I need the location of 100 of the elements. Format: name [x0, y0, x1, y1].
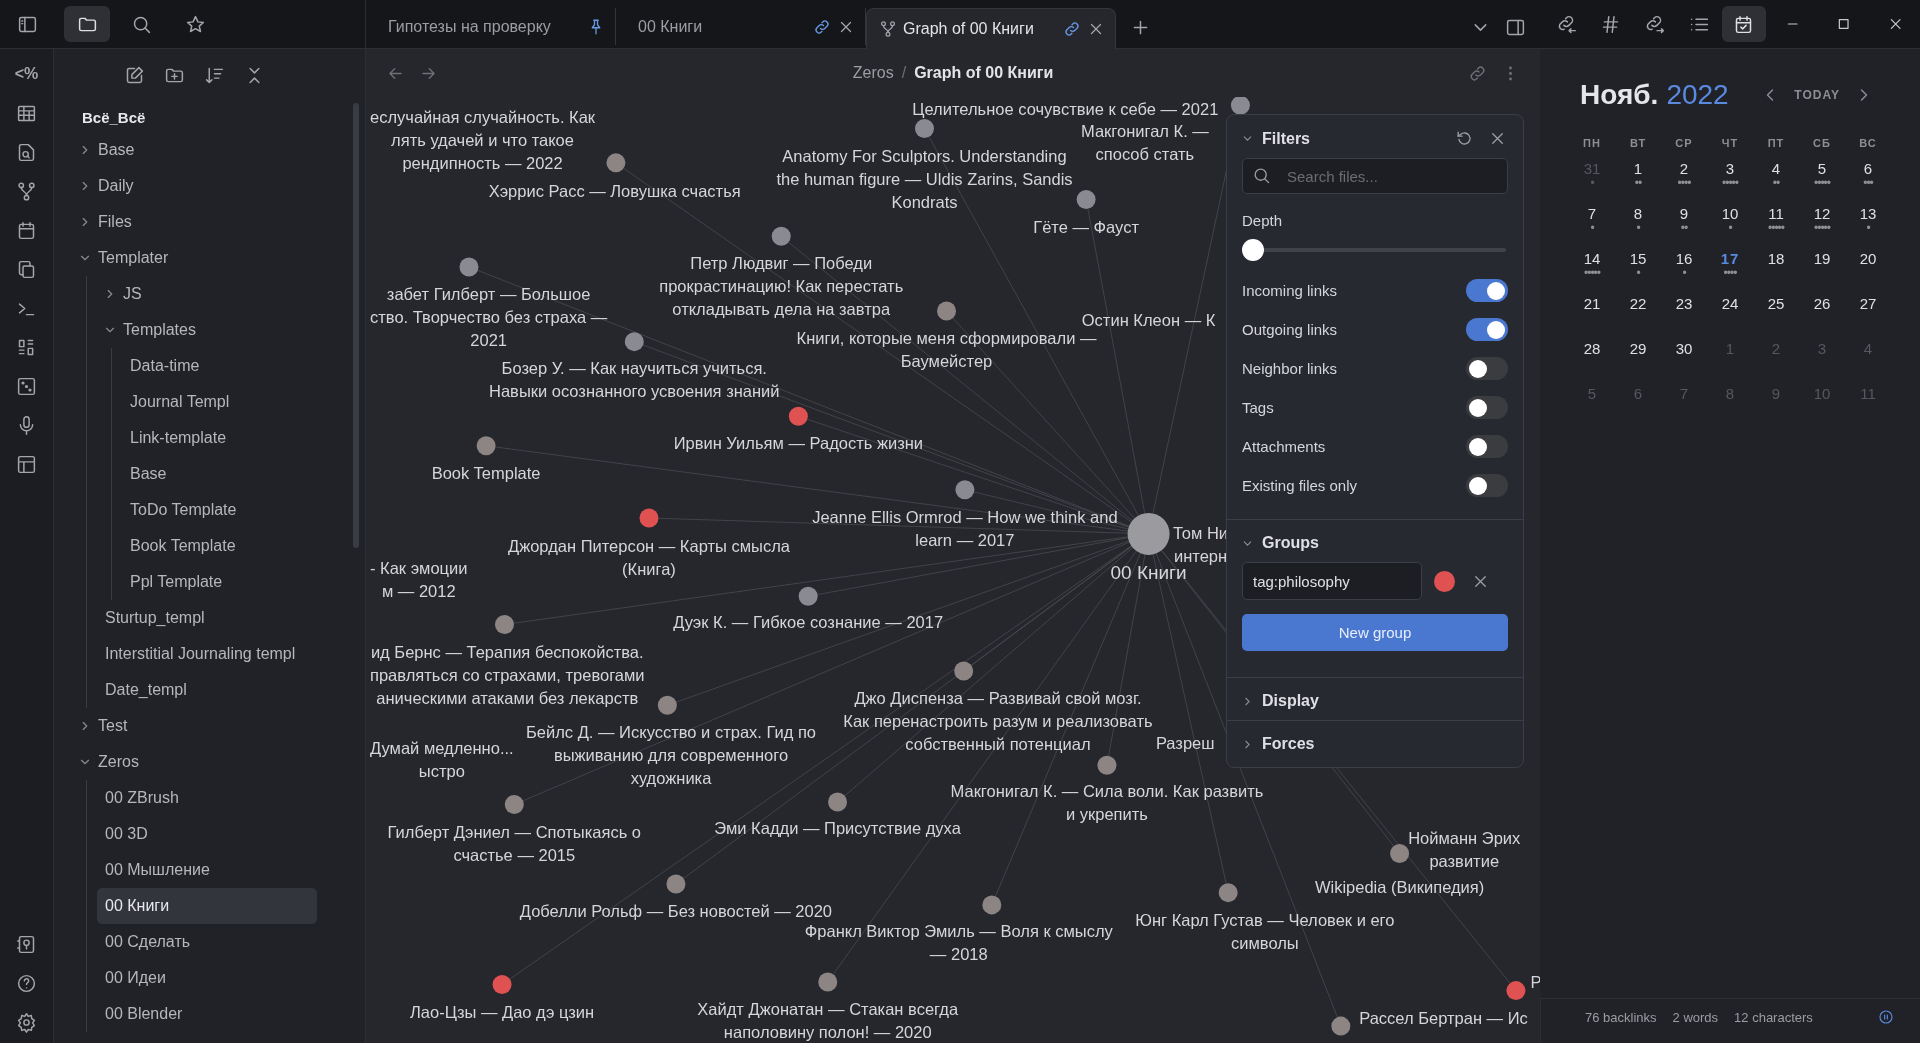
new-note-icon[interactable]	[124, 64, 145, 86]
graph-node[interactable]	[639, 508, 659, 528]
slider-thumb[interactable]	[1242, 239, 1264, 261]
file-item[interactable]: Ppl Template	[122, 564, 342, 600]
calendar-day[interactable]: 23	[1675, 294, 1693, 314]
calendar-day[interactable]: 12	[1813, 204, 1831, 224]
file-item[interactable]: 00 Сделать	[97, 924, 317, 960]
calendar-day[interactable]: 22	[1629, 294, 1647, 314]
calendar-day[interactable]: 11	[1768, 204, 1784, 224]
toggle-switch[interactable]	[1466, 435, 1508, 458]
help-icon[interactable]	[16, 973, 37, 994]
graph-node[interactable]	[915, 119, 934, 139]
file-item[interactable]: Link-template	[122, 420, 342, 456]
toggle-switch[interactable]	[1466, 474, 1508, 497]
graph-node[interactable]	[818, 972, 838, 992]
section-title[interactable]: Display	[1262, 692, 1319, 710]
panel-tab[interactable]	[1721, 6, 1766, 42]
calendar-day[interactable]: 17	[1720, 249, 1740, 269]
graph-node[interactable]	[828, 792, 848, 812]
templater-icon[interactable]: <%	[14, 63, 39, 85]
document-search-icon[interactable]	[16, 142, 37, 163]
calendar-day[interactable]: 25	[1767, 294, 1785, 314]
graph-node[interactable]	[1097, 755, 1117, 775]
dice-icon[interactable]	[16, 376, 37, 397]
folder-item[interactable]: Files	[72, 204, 272, 240]
graph-node[interactable]	[1076, 190, 1096, 210]
graph-node[interactable]	[798, 586, 818, 606]
folder-item[interactable]: JS	[97, 276, 297, 312]
graph-node[interactable]	[666, 874, 686, 894]
calendar-icon[interactable]	[16, 220, 37, 241]
calendar-day[interactable]: 1	[1633, 159, 1643, 179]
file-item[interactable]: 00 Книги	[97, 888, 317, 924]
section-title[interactable]: Forces	[1262, 735, 1315, 753]
graph-node[interactable]	[624, 332, 644, 352]
file-item[interactable]: 00 3D	[97, 816, 317, 852]
link-icon[interactable]	[1063, 20, 1081, 38]
folder-item[interactable]: Base	[72, 132, 272, 168]
file-item[interactable]: Interstitial Journaling templ	[97, 636, 317, 672]
calendar-day[interactable]: 8	[1633, 204, 1643, 224]
graph-node[interactable]	[1390, 843, 1410, 863]
tab[interactable]: Graph of 00 Книги	[866, 8, 1116, 49]
calendar-day[interactable]: 13	[1859, 204, 1877, 224]
graph-node[interactable]	[504, 795, 524, 814]
calendar-day[interactable]: 20	[1859, 249, 1877, 269]
sidebar-toggle-icon[interactable]	[1505, 17, 1526, 38]
file-item[interactable]: Data-time	[122, 348, 342, 384]
graph-node[interactable]	[1506, 981, 1526, 1001]
tab[interactable]: Гипотезы на проверку	[366, 8, 616, 45]
file-item[interactable]: 00 ZBrush	[97, 780, 317, 816]
file-item[interactable]: 00 Идеи	[97, 960, 317, 996]
calendar-day[interactable]: 30	[1675, 339, 1693, 359]
calendar-day[interactable]: 28	[1583, 339, 1601, 359]
file-item[interactable]: ToDo Template	[122, 492, 342, 528]
graph-icon[interactable]	[16, 181, 37, 202]
graph-node[interactable]	[606, 153, 626, 173]
toggle-switch[interactable]	[1466, 357, 1508, 380]
graph-node[interactable]	[657, 695, 677, 715]
folder-item[interactable]: Templater	[72, 240, 272, 276]
graph-node[interactable]	[1331, 1016, 1351, 1036]
scrollbar[interactable]	[353, 103, 359, 548]
graph-node[interactable]	[788, 406, 808, 426]
file-item[interactable]: Journal Templ	[122, 384, 342, 420]
file-item[interactable]: Date_templ	[97, 672, 317, 708]
calendar-day[interactable]: 15	[1629, 249, 1647, 269]
vault-icon[interactable]	[16, 934, 37, 955]
calendar-day[interactable]: 26	[1813, 294, 1831, 314]
section-title[interactable]: Groups	[1262, 534, 1319, 552]
calendar-day[interactable]: 21	[1583, 294, 1601, 314]
calendar-day[interactable]: 3	[1725, 159, 1735, 179]
toggle-switch[interactable]	[1466, 279, 1508, 302]
today-button[interactable]: TODAY	[1794, 88, 1840, 102]
graph-node[interactable]	[492, 975, 512, 994]
table-icon[interactable]	[16, 103, 37, 124]
calendar-day[interactable]: 6	[1863, 159, 1873, 179]
calendar-day[interactable]: 10	[1721, 204, 1739, 224]
group-query-field[interactable]: tag:philosophy	[1242, 562, 1422, 600]
section-title[interactable]: Filters	[1262, 129, 1310, 148]
link-icon[interactable]	[813, 17, 831, 36]
breadcrumb-folder[interactable]: Zeros	[852, 64, 894, 82]
folder-item[interactable]: Templates	[97, 312, 297, 348]
graph-node[interactable]	[1218, 883, 1238, 903]
graph-node[interactable]	[1127, 512, 1170, 555]
reset-icon[interactable]	[1455, 129, 1474, 148]
calendar-day[interactable]: 27	[1859, 294, 1877, 314]
calendar-day[interactable]: 4	[1771, 159, 1781, 179]
graph-node[interactable]	[495, 615, 514, 634]
file-item[interactable]: 00 Blender	[97, 996, 317, 1032]
calendar-day[interactable]: 18	[1767, 249, 1785, 269]
sidebar-tab[interactable]	[64, 6, 110, 42]
folder-item[interactable]: Daily	[72, 168, 272, 204]
calendar-day[interactable]: 9	[1679, 204, 1689, 224]
folder-item[interactable]: Test	[72, 708, 272, 744]
calendar-day[interactable]: 7	[1587, 204, 1597, 224]
file-item[interactable]: 00 Мышление	[97, 852, 317, 888]
graph-node[interactable]	[476, 436, 496, 456]
file-item[interactable]: Base	[122, 456, 342, 492]
graph-node[interactable]	[954, 661, 974, 681]
toggle-switch[interactable]	[1466, 396, 1508, 419]
graph-node[interactable]	[937, 301, 957, 321]
copy-icon[interactable]	[16, 259, 37, 280]
